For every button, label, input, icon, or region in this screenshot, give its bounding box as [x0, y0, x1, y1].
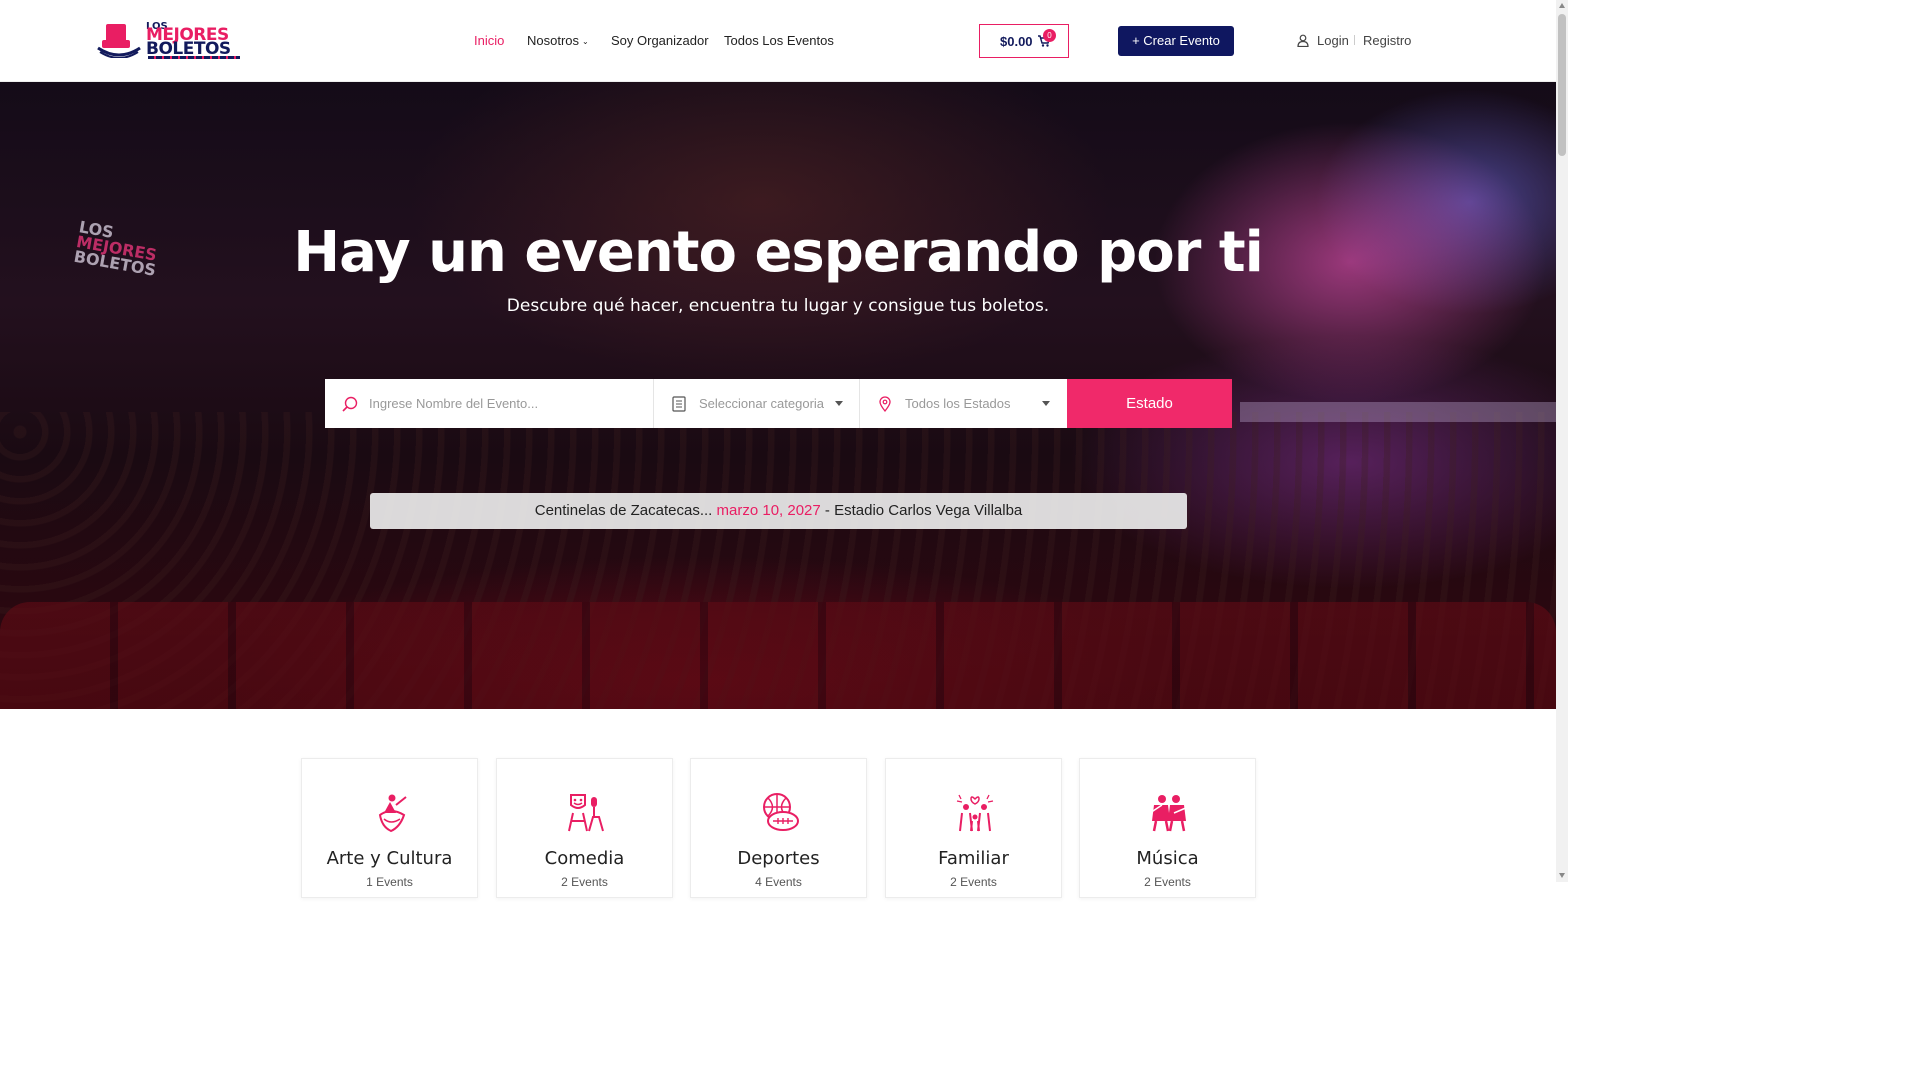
nav-inicio[interactable]: Inicio [474, 33, 504, 48]
dancer-icon [378, 794, 407, 833]
divider [1354, 35, 1355, 45]
scrollbar-thumb[interactable] [1558, 14, 1566, 156]
caret-down-icon [1042, 401, 1050, 406]
location-pin-icon [879, 396, 891, 413]
category-title: Música [1136, 848, 1199, 869]
category-count: 2 Events [561, 875, 608, 889]
event-name-field [325, 379, 654, 428]
nav-soy-organizador[interactable]: Soy Organizador [611, 33, 709, 48]
category-card-comedia[interactable]: Comedia 2 Events [496, 758, 673, 898]
login-link[interactable]: Login [1317, 33, 1349, 48]
category-cards: Arte y Cultura 1 Events Comedia 2 Events… [301, 758, 1256, 898]
category-title: Arte y Cultura [326, 848, 453, 869]
logo-text-boletos: BOLETOS [146, 39, 231, 59]
event-search-bar: Seleccionar categoria Todos los Estados … [325, 379, 1232, 428]
scroll-up-arrow-icon[interactable] [1559, 3, 1565, 8]
nav-todos-los-eventos[interactable]: Todos Los Eventos [724, 33, 834, 48]
hero-subtitle: Descubre qué hacer, encuentra tu lugar y… [506, 296, 1050, 316]
category-select-value: Seleccionar categoria [699, 396, 825, 411]
user-icon[interactable] [1297, 34, 1309, 47]
category-count: 1 Events [366, 875, 413, 889]
search-submit-button[interactable]: Estado [1067, 379, 1232, 428]
comedy-icon [568, 794, 604, 832]
ticker-event-date: marzo 10, 2027 [716, 502, 821, 519]
family-icon [956, 794, 994, 832]
hero-stage-background [1240, 402, 1556, 422]
hero-banner: LOS MEJORES BOLETOS Hay un evento espera… [0, 82, 1556, 709]
create-event-button[interactable]: + Crear Evento [1118, 26, 1234, 56]
seat-logo-icon [97, 24, 141, 58]
category-card-familiar[interactable]: Familiar 2 Events [885, 758, 1062, 898]
category-count: 2 Events [1144, 875, 1191, 889]
event-name-input[interactable] [369, 379, 649, 428]
register-link[interactable]: Registro [1363, 33, 1411, 48]
hero-title: Hay un evento esperando por ti [293, 220, 1264, 285]
state-select[interactable]: Todos los Estados [860, 379, 1067, 428]
musicians-icon [1149, 795, 1189, 832]
page-scrollbar[interactable] [1556, 0, 1568, 882]
site-logo[interactable]: LOS MEJORES BOLETOS [96, 18, 246, 62]
category-title: Comedia [544, 848, 625, 869]
scroll-down-arrow-icon[interactable] [1559, 873, 1565, 878]
sports-ball-icon [763, 793, 799, 831]
ticker-event-name: Centinelas de Zacatecas... [534, 502, 713, 519]
caret-down-icon [835, 401, 843, 406]
logo-underline [148, 56, 240, 59]
category-card-deportes[interactable]: Deportes 4 Events [690, 758, 867, 898]
category-count: 2 Events [950, 875, 997, 889]
cart-count-badge: 0 [1043, 29, 1056, 42]
hero-seats-background [0, 602, 1556, 709]
search-icon [342, 396, 358, 412]
ticker-event-venue: - Estadio Carlos Vega Villalba [824, 502, 1023, 519]
category-card-musica[interactable]: Música 2 Events [1079, 758, 1256, 898]
state-select-value: Todos los Estados [905, 396, 1011, 411]
featured-event-ticker[interactable]: Centinelas de Zacatecas... marzo 10, 202… [370, 493, 1187, 529]
chevron-down-icon: ⌄ [582, 37, 589, 46]
cart-button[interactable]: $0.00 0 [979, 24, 1069, 58]
nav-nosotros-label: Nosotros [527, 33, 580, 48]
category-title: Familiar [938, 848, 1009, 869]
nav-nosotros[interactable]: Nosotros ⌄ [527, 33, 589, 48]
category-card-arte-y-cultura[interactable]: Arte y Cultura 1 Events [301, 758, 478, 898]
site-header: LOS MEJORES BOLETOS Inicio Nosotros ⌄ Soy… [0, 0, 1556, 82]
category-title: Deportes [737, 848, 820, 869]
category-select[interactable]: Seleccionar categoria [654, 379, 860, 428]
cart-amount: $0.00 [1000, 34, 1033, 49]
list-icon [672, 396, 686, 412]
category-count: 4 Events [755, 875, 802, 889]
